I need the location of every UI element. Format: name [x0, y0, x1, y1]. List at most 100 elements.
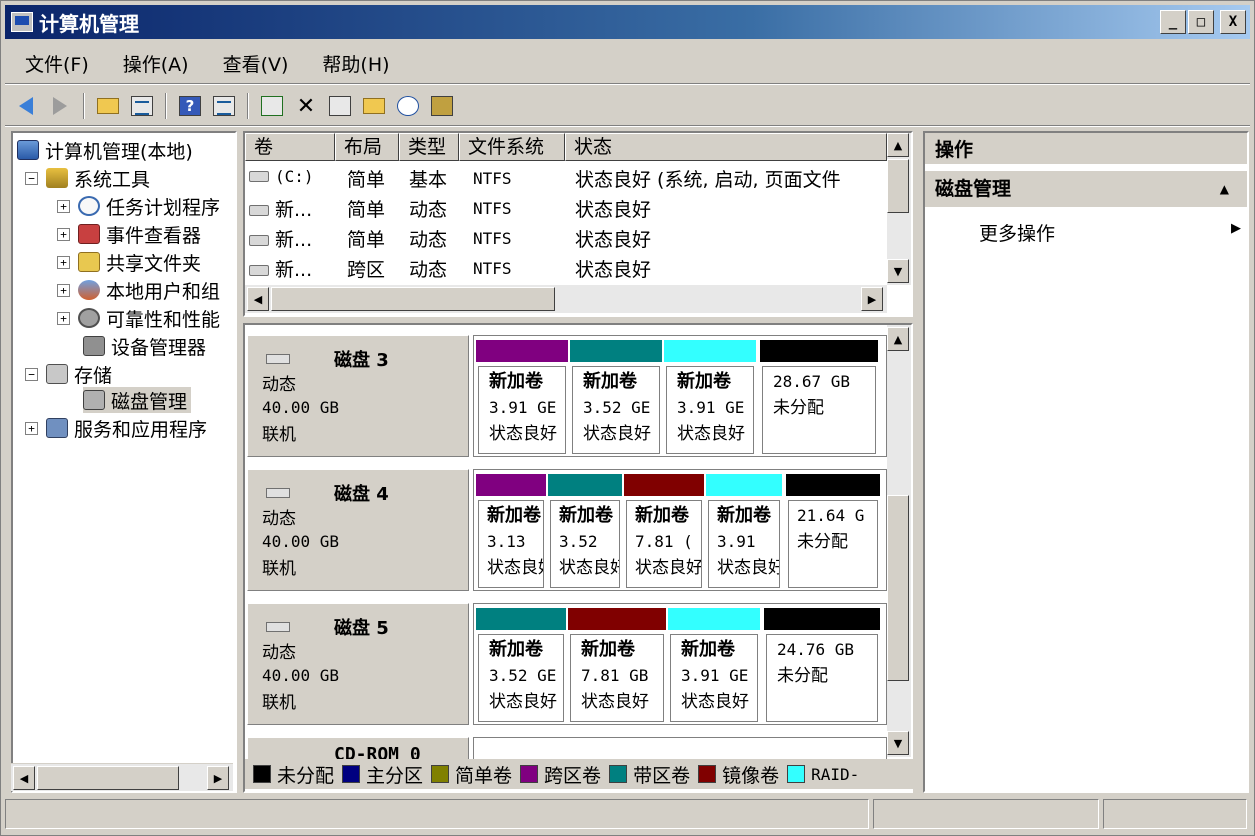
volume-list-horizontal-scrollbar[interactable]: ◀ ▶ [245, 285, 887, 313]
partition[interactable]: 新加卷 3.91 GE 状态良好 [668, 608, 760, 722]
partition-unallocated[interactable]: 21.64 G 未分配 [786, 474, 880, 588]
expand-icon[interactable]: + [57, 199, 70, 213]
partition[interactable]: 新加卷 3.52 GE 状态良好 [570, 340, 662, 454]
collapse-icon[interactable]: − [25, 367, 38, 381]
tree-item-disk-management[interactable]: 磁盘管理 [83, 387, 192, 413]
disk-row-3[interactable]: 磁盘 3 动态 40.00 GB 联机 新加卷 3.91 GE 状态良好 新加卷 3.… [245, 327, 887, 457]
partition[interactable]: 新加卷 3.13 状态良好 [476, 474, 546, 588]
scroll-thumb[interactable] [887, 159, 909, 213]
tree-item-system-tools[interactable]: − 系统工具 [25, 165, 150, 191]
partition[interactable]: 新加卷 3.52 状态良好 [548, 474, 622, 588]
up-level-button[interactable] [93, 92, 123, 120]
toolbar-separator [165, 93, 167, 119]
expand-icon[interactable]: + [57, 255, 70, 269]
disk-state: 联机 [262, 559, 296, 579]
show-hide-action-pane-button[interactable] [209, 92, 239, 120]
title-bar[interactable]: 计算机管理 _ □ X [5, 5, 1250, 39]
scroll-right-button[interactable]: ▶ [861, 287, 883, 311]
disk-info[interactable]: 磁盘 4 动态 40.00 GB 联机 [247, 469, 469, 591]
tree-root-computer-management[interactable]: 计算机管理(本地) [17, 137, 193, 163]
status-panel-2 [873, 799, 1099, 829]
menu-view[interactable]: 查看(V) [203, 50, 303, 77]
table-row[interactable]: 新... 跨区 动态 NTFS 状态良好 [245, 253, 885, 283]
scroll-thumb[interactable] [887, 495, 909, 681]
partition[interactable]: 新加卷 3.91 GE 状态良好 [664, 340, 756, 454]
column-header-volume[interactable]: 卷 [245, 133, 335, 161]
partition-unallocated[interactable]: 28.67 GB 未分配 [760, 340, 878, 454]
expand-icon[interactable]: + [57, 283, 70, 297]
help-button[interactable]: ? [175, 92, 205, 120]
tree-item-event-viewer[interactable]: + 事件查看器 [57, 221, 201, 247]
disk-row-5[interactable]: 磁盘 5 动态 40.00 GB 联机 新加卷 3.52 GE 状态良好 新加卷 7.… [245, 595, 887, 725]
tree-item-services-apps[interactable]: + 服务和应用程序 [25, 415, 207, 441]
maximize-button[interactable]: □ [1188, 10, 1214, 34]
minimize-button[interactable]: _ [1160, 10, 1186, 34]
table-row[interactable]: (C:) 简单 基本 NTFS 状态良好 (系统, 启动, 页面文件 [245, 163, 885, 193]
menu-help[interactable]: 帮助(H) [302, 50, 403, 77]
scroll-left-button[interactable]: ◀ [13, 766, 35, 790]
tree-item-shared-folders[interactable]: + 共享文件夹 [57, 249, 201, 275]
expand-icon[interactable]: + [57, 227, 70, 241]
partition-status: 未分配 [797, 532, 848, 552]
forward-button[interactable] [45, 92, 75, 120]
partition-unallocated[interactable]: 24.76 GB 未分配 [764, 608, 880, 722]
collapse-icon[interactable]: − [25, 171, 38, 185]
scroll-right-button[interactable]: ▶ [207, 766, 229, 790]
table-row[interactable]: 新... 简单 动态 NTFS 状态良好 [245, 193, 885, 223]
partition-name: 新加卷 [583, 371, 637, 392]
disk-info[interactable]: 磁盘 5 动态 40.00 GB 联机 [247, 603, 469, 725]
back-button[interactable] [11, 92, 41, 120]
legend-label: RAID- [811, 764, 860, 784]
scroll-left-button[interactable]: ◀ [247, 287, 269, 311]
partition[interactable]: 新加卷 3.91 状态良好 [706, 474, 782, 588]
column-header-status[interactable]: 状态 [565, 133, 887, 161]
column-header-layout[interactable]: 布局 [335, 133, 399, 161]
column-header-filesystem[interactable]: 文件系统 [459, 133, 565, 161]
tree-horizontal-scrollbar[interactable]: ◀ ▶ [11, 763, 233, 791]
table-row[interactable]: 新... 简单 动态 NTFS 状态良好 [245, 223, 885, 253]
clock-icon [78, 196, 100, 216]
scroll-up-button[interactable]: ▲ [887, 327, 909, 351]
disk-view-vertical-scrollbar[interactable]: ▲ ▼ [887, 325, 911, 757]
event-viewer-icon [78, 224, 100, 244]
delete-button[interactable]: ✕ [291, 92, 321, 120]
disk-row-cdrom[interactable]: CD-ROM 0 [245, 729, 887, 777]
scroll-up-button[interactable]: ▲ [887, 133, 909, 157]
legend-swatch-spanned [520, 765, 539, 783]
scroll-thumb[interactable] [271, 287, 555, 311]
open-button[interactable] [359, 92, 389, 120]
computer-management-window: 计算机管理 _ □ X 文件(F) 操作(A) 查看(V) 帮助(H) ? ✕ [0, 0, 1255, 836]
refresh-button[interactable] [257, 92, 287, 120]
tree-item-label: 设备管理器 [111, 336, 207, 359]
scroll-down-button[interactable]: ▼ [887, 731, 909, 755]
partition[interactable]: 新加卷 3.91 GE 状态良好 [476, 340, 568, 454]
tree-item-storage[interactable]: − 存储 [25, 361, 112, 387]
tree-item-reliability[interactable]: + 可靠性和性能 [57, 305, 220, 331]
scroll-down-button[interactable]: ▼ [887, 259, 909, 283]
export-button[interactable] [427, 92, 457, 120]
collapse-arrow-icon[interactable]: ▲ [1220, 171, 1229, 207]
scroll-thumb[interactable] [37, 766, 179, 790]
partition[interactable]: 新加卷 3.52 GE 状态良好 [476, 608, 566, 722]
partition-color-bar [476, 608, 566, 630]
close-button[interactable]: X [1220, 10, 1246, 34]
column-header-type[interactable]: 类型 [399, 133, 459, 161]
disk-row-4[interactable]: 磁盘 4 动态 40.00 GB 联机 新加卷 3.13 状态良好 新加卷 3.52 状… [245, 461, 887, 591]
menu-action[interactable]: 操作(A) [103, 50, 203, 77]
properties-button[interactable] [325, 92, 355, 120]
actions-section-disk-management[interactable]: 磁盘管理 ▲ [925, 171, 1247, 207]
partition[interactable]: 新加卷 7.81 GB 状态良好 [568, 608, 666, 722]
show-hide-tree-button[interactable] [127, 92, 157, 120]
expand-icon[interactable]: + [25, 421, 38, 435]
volume-list-vertical-scrollbar[interactable]: ▲ ▼ [887, 133, 911, 285]
partition[interactable]: 新加卷 7.81 (状态良好 [624, 474, 704, 588]
disk-icon [266, 622, 290, 632]
menu-file[interactable]: 文件(F) [5, 50, 103, 77]
tree-item-task-scheduler[interactable]: + 任务计划程序 [57, 193, 220, 219]
more-actions-item[interactable]: 更多操作 ▶ [979, 219, 1241, 246]
tree-item-local-users[interactable]: + 本地用户和组 [57, 277, 220, 303]
expand-icon[interactable]: + [57, 311, 70, 325]
disk-info[interactable]: 磁盘 3 动态 40.00 GB 联机 [247, 335, 469, 457]
tree-item-device-manager[interactable]: 设备管理器 [83, 333, 206, 359]
search-button[interactable] [393, 92, 423, 120]
